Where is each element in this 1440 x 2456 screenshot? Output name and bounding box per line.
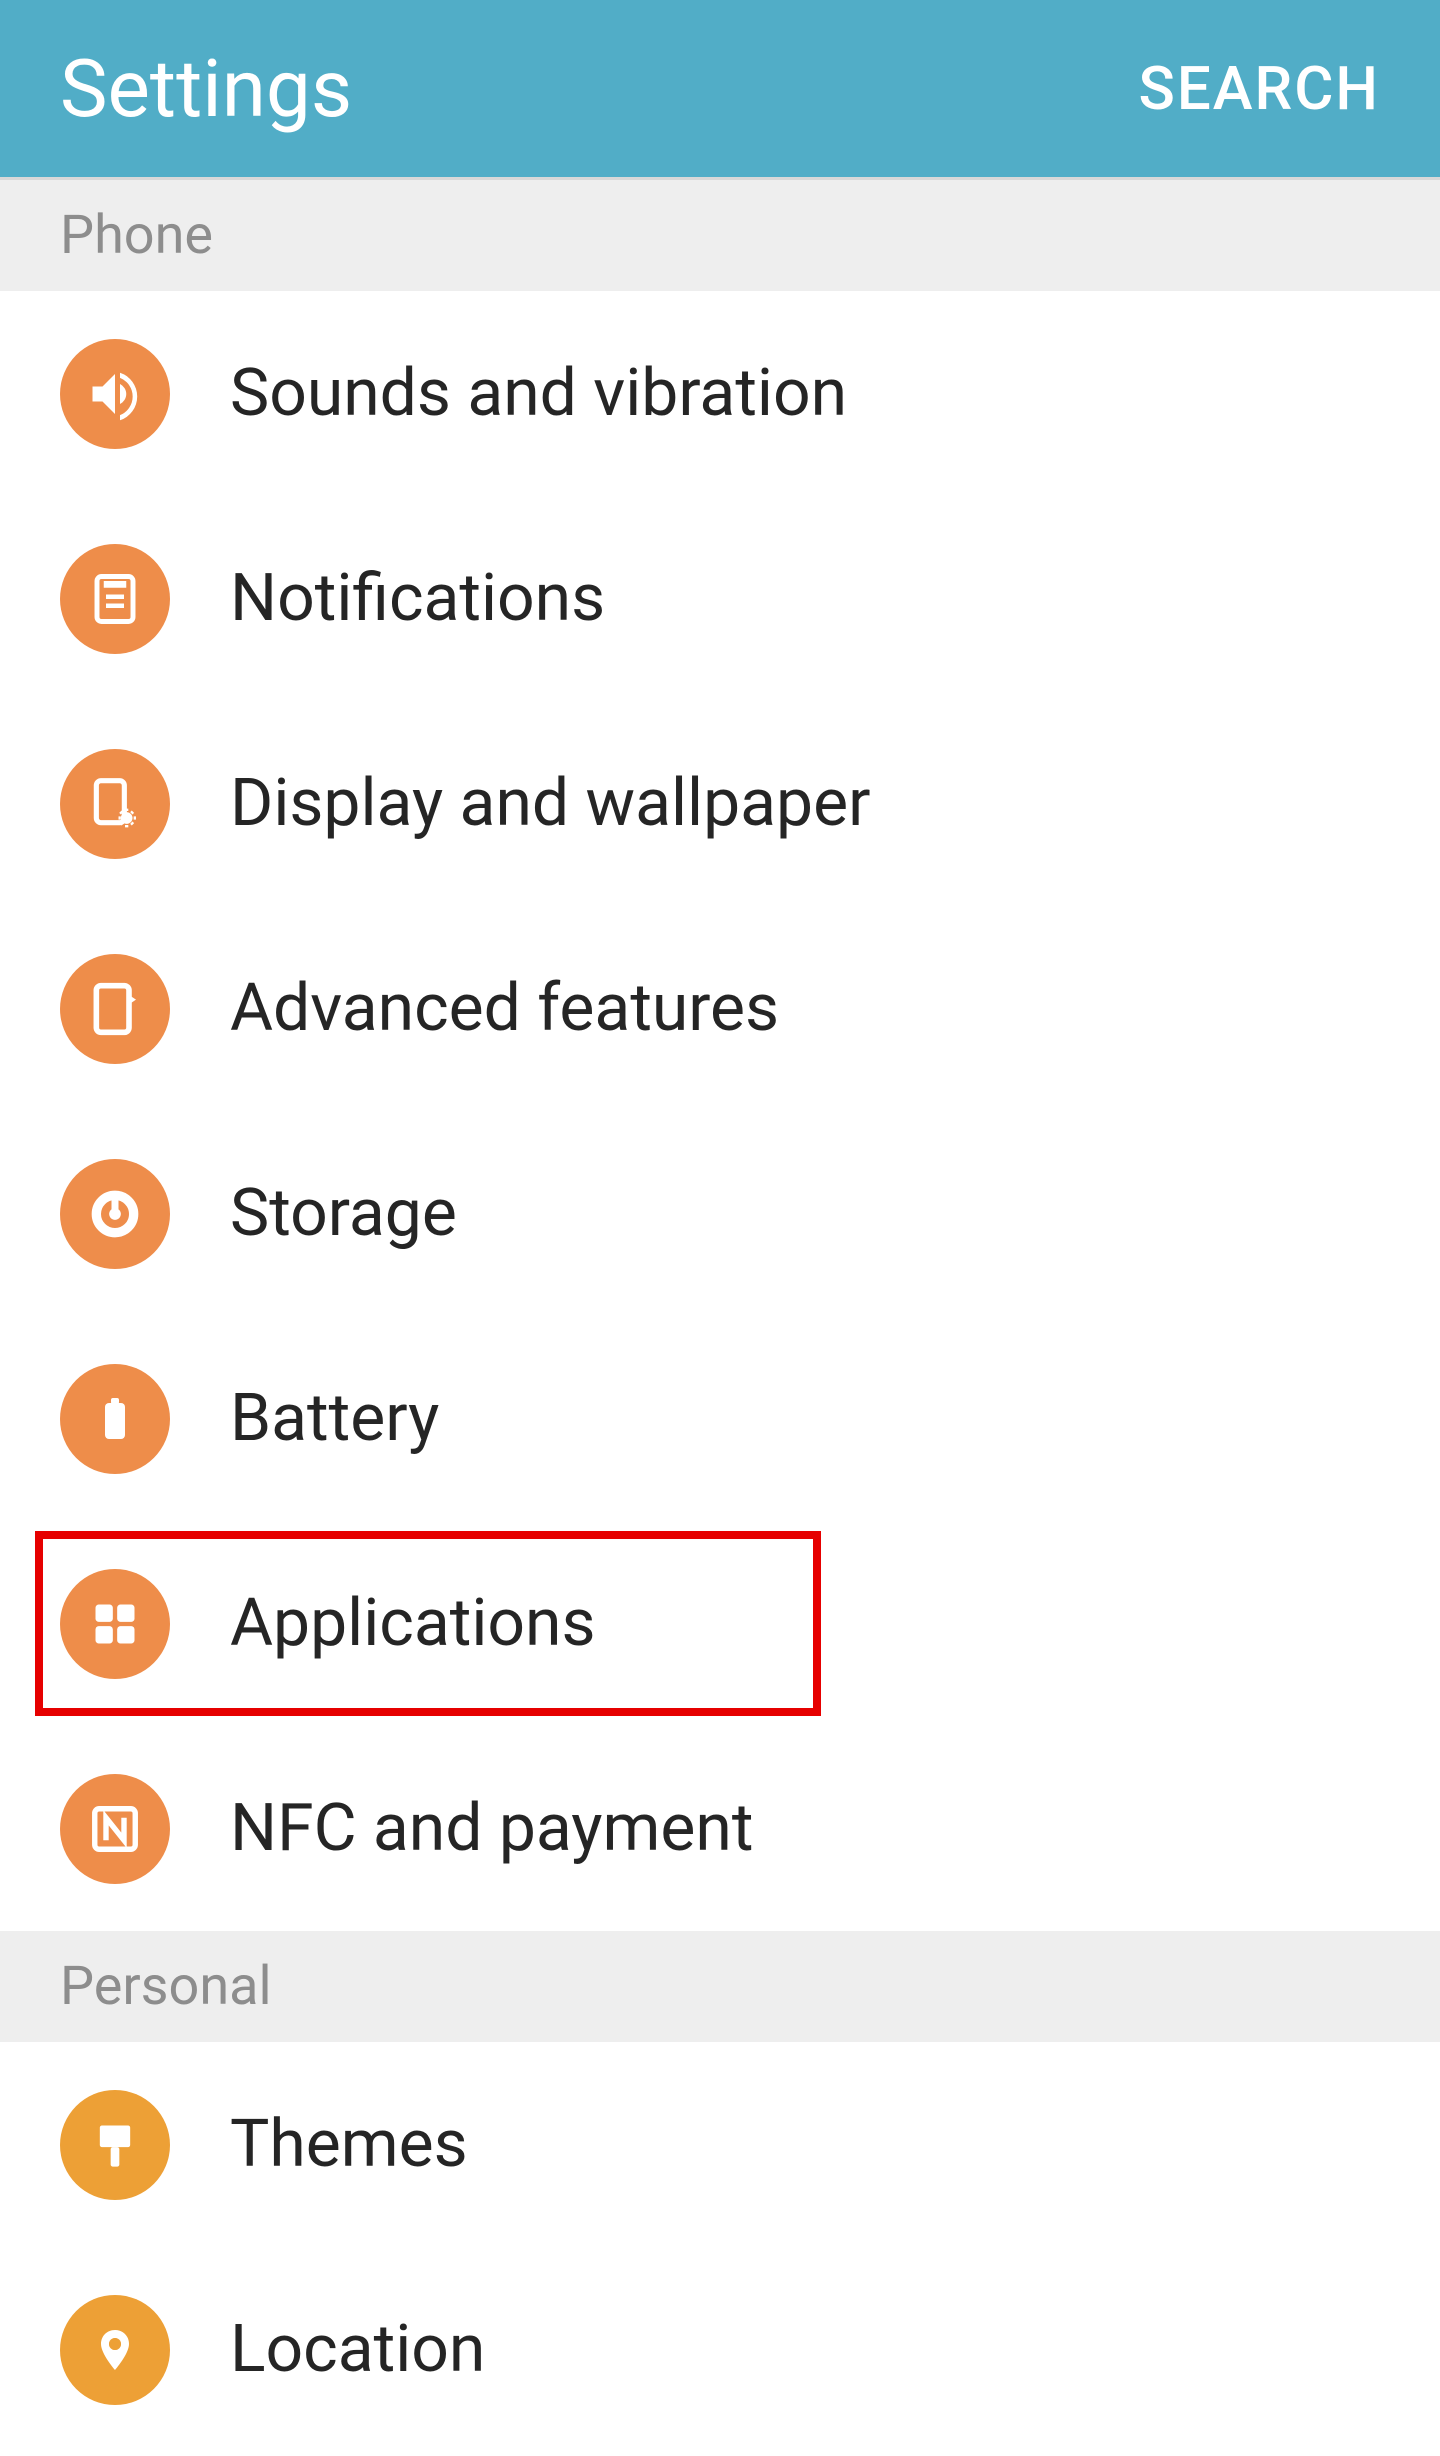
settings-header: Settings SEARCH	[0, 0, 1440, 180]
location-icon	[60, 2295, 170, 2405]
item-label: NFC and payment	[230, 1790, 753, 1867]
item-label: Battery	[230, 1380, 439, 1457]
settings-item-display[interactable]: Display and wallpaper	[0, 701, 1440, 906]
page-title: Settings	[60, 42, 352, 136]
apps-icon	[60, 1569, 170, 1679]
speaker-icon	[60, 339, 170, 449]
display-icon	[60, 749, 170, 859]
notification-icon	[60, 544, 170, 654]
battery-icon	[60, 1364, 170, 1474]
settings-item-applications[interactable]: Applications	[0, 1521, 1440, 1726]
item-label: Display and wallpaper	[230, 765, 870, 842]
settings-item-sounds[interactable]: Sounds and vibration	[0, 291, 1440, 496]
section-header-personal: Personal	[0, 1931, 1440, 2042]
item-label: Applications	[230, 1585, 596, 1662]
settings-item-notifications[interactable]: Notifications	[0, 496, 1440, 701]
item-label: Sounds and vibration	[230, 355, 847, 432]
settings-item-battery[interactable]: Battery	[0, 1316, 1440, 1521]
section-header-phone: Phone	[0, 180, 1440, 291]
settings-item-advanced[interactable]: Advanced features	[0, 906, 1440, 1111]
themes-icon	[60, 2090, 170, 2200]
settings-item-storage[interactable]: Storage	[0, 1111, 1440, 1316]
advanced-icon	[60, 954, 170, 1064]
item-label: Storage	[230, 1175, 457, 1252]
item-label: Location	[230, 2311, 485, 2388]
settings-item-nfc[interactable]: NFC and payment	[0, 1726, 1440, 1931]
item-label: Advanced features	[230, 970, 779, 1047]
nfc-icon	[60, 1774, 170, 1884]
settings-item-themes[interactable]: Themes	[0, 2042, 1440, 2247]
search-button[interactable]: SEARCH	[1138, 53, 1380, 124]
item-label: Themes	[230, 2106, 468, 2183]
item-label: Notifications	[230, 560, 605, 637]
storage-icon	[60, 1159, 170, 1269]
settings-item-location[interactable]: Location	[0, 2247, 1440, 2452]
